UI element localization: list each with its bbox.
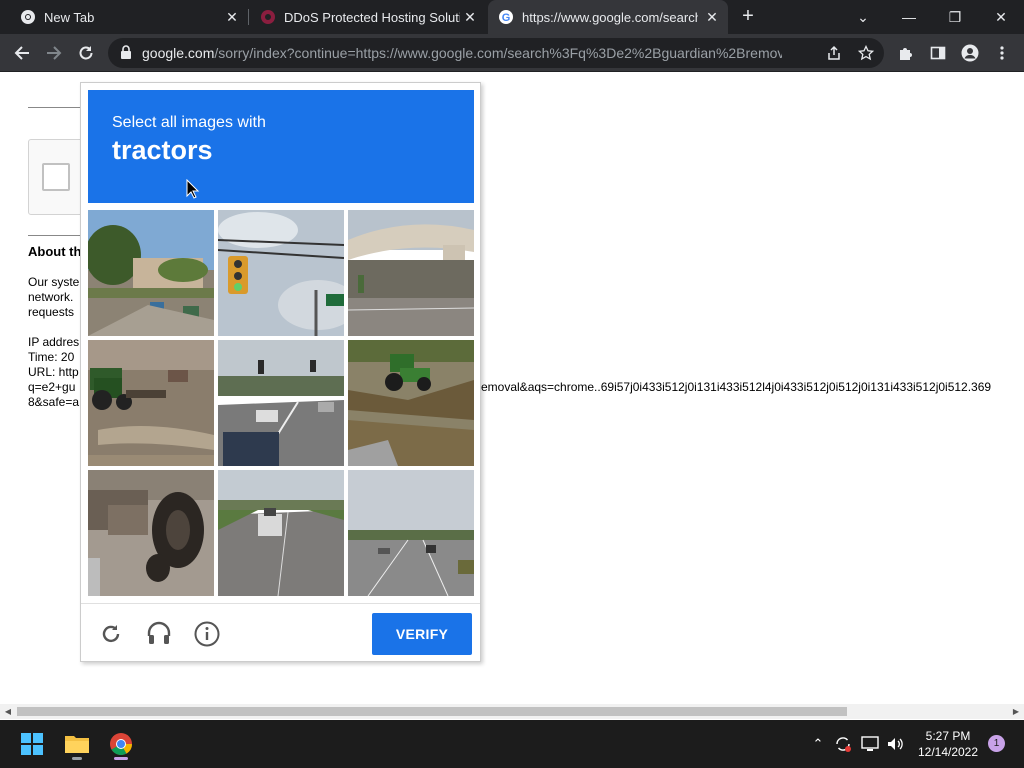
image-tile-tractor-field[interactable]: [88, 340, 214, 466]
challenge-footer: VERIFY: [81, 603, 480, 661]
chrome-taskbar-icon[interactable]: [103, 726, 139, 762]
image-tile-rural-road-truck[interactable]: [218, 470, 344, 596]
url-line: 8&safe=a: [28, 395, 80, 409]
close-tab-icon[interactable]: ✕: [462, 9, 478, 25]
image-tile-highway-overpass[interactable]: [348, 210, 474, 336]
tab-title: https://www.google.com/search?: [522, 9, 698, 25]
sync-icon[interactable]: [833, 734, 853, 754]
volume-speaker-icon[interactable]: [885, 734, 905, 754]
profile-avatar-icon[interactable]: [958, 41, 982, 65]
running-indicator: [72, 757, 82, 760]
time-label: Time: 20: [28, 350, 75, 364]
close-tab-icon[interactable]: ✕: [224, 9, 240, 25]
close-tab-icon[interactable]: ✕: [704, 9, 720, 25]
site-favicon-icon: [260, 9, 276, 25]
network-monitor-icon[interactable]: [860, 734, 880, 754]
notification-badge[interactable]: 1: [988, 735, 1005, 752]
menu-kebab-icon[interactable]: [990, 41, 1014, 65]
share-icon[interactable]: [824, 43, 844, 63]
scroll-right-icon[interactable]: ▶: [1011, 706, 1021, 717]
divider: [28, 107, 88, 108]
verify-button[interactable]: VERIFY: [372, 613, 472, 655]
paragraph-line: requests: [28, 305, 75, 319]
tab-strip: New Tab ✕ DDoS Protected Hosting Solutio…: [0, 0, 1024, 34]
clock-date: 12/14/2022: [917, 745, 979, 759]
system-clock[interactable]: 5:27 PM 12/14/2022: [912, 728, 984, 760]
recaptcha-checkbox[interactable]: [42, 163, 70, 191]
divider: [28, 235, 88, 236]
challenge-instruction: Select all images with: [112, 114, 266, 131]
chrome-icon: [20, 9, 36, 25]
image-tile-road-traffic-lights[interactable]: [218, 340, 344, 466]
browser-toolbar: google.com/sorry/index?continue=https://…: [0, 34, 1024, 72]
scrollbar-thumb[interactable]: [17, 707, 847, 716]
url-path: /sorry/index?continue=https://www.google…: [214, 45, 782, 61]
windows-start-icon[interactable]: [14, 726, 50, 762]
recaptcha-widget: [28, 139, 88, 215]
recaptcha-challenge-dialog: Select all images with tractors VERIFY: [80, 82, 481, 662]
tab-new-tab[interactable]: New Tab ✕: [0, 0, 248, 34]
reload-challenge-icon[interactable]: [97, 620, 125, 648]
image-grid: [88, 210, 474, 596]
restore-button[interactable]: ❐: [932, 0, 978, 34]
image-tile-highway-cars[interactable]: [348, 470, 474, 596]
url-host: google.com: [142, 45, 215, 61]
tab-ddos-hosting[interactable]: DDoS Protected Hosting Solution ✕: [250, 0, 486, 34]
address-bar[interactable]: google.com/sorry/index?continue=https://…: [108, 38, 884, 68]
extensions-puzzle-icon[interactable]: [894, 41, 918, 65]
url-label: URL: http: [28, 365, 79, 379]
scroll-left-icon[interactable]: ◀: [3, 706, 13, 717]
challenge-header: Select all images with tractors: [88, 90, 474, 203]
clock-time: 5:27 PM: [925, 729, 971, 743]
url-text: google.com/sorry/index?continue=https://…: [142, 45, 782, 61]
back-button[interactable]: [10, 41, 34, 65]
horizontal-scrollbar[interactable]: ◀ ▶: [0, 704, 1024, 719]
paragraph-line: Our syste: [28, 275, 80, 289]
reload-button[interactable]: [74, 41, 98, 65]
challenge-target: tractors: [112, 135, 213, 165]
url-overflow-text: emoval&aqs=chrome..69i57j0i433i512j0i131…: [481, 380, 992, 394]
svg-text:G: G: [502, 12, 511, 24]
about-heading: About th: [28, 244, 82, 259]
bookmark-star-icon[interactable]: [856, 43, 876, 63]
tab-search-chevron-icon[interactable]: ⌄: [840, 0, 886, 34]
file-explorer-icon[interactable]: [59, 726, 95, 762]
minimize-button[interactable]: —: [886, 0, 932, 34]
close-window-button[interactable]: ✕: [978, 0, 1024, 34]
ip-address-label: IP addres: [28, 335, 80, 349]
show-hidden-icons-chevron-icon[interactable]: ⌃: [808, 734, 828, 754]
mouse-cursor-icon: [186, 178, 200, 204]
tab-google-search[interactable]: G https://www.google.com/search? ✕: [488, 0, 728, 34]
url-line: q=e2+gu: [28, 380, 76, 394]
running-indicator: [114, 757, 128, 760]
audio-challenge-headphones-icon[interactable]: [145, 620, 173, 648]
windows-taskbar: ⌃ 5:27 PM 12/14/2022 1: [0, 720, 1024, 768]
forward-button[interactable]: [42, 41, 66, 65]
info-icon[interactable]: [193, 620, 221, 648]
tab-separator: [248, 9, 249, 25]
tab-title: New Tab: [44, 9, 95, 25]
google-icon: G: [498, 9, 514, 25]
image-tile-traffic-light-sky[interactable]: [218, 210, 344, 336]
image-tile-tractor-hillside[interactable]: [348, 340, 474, 466]
image-tile-houses-trash-bins[interactable]: [88, 210, 214, 336]
image-tile-tractor-wheel-closeup[interactable]: [88, 470, 214, 596]
paragraph-line: network.: [28, 290, 74, 304]
new-tab-button[interactable]: +: [737, 5, 759, 27]
lock-icon[interactable]: [120, 45, 132, 64]
tab-title: DDoS Protected Hosting Solution: [284, 9, 460, 25]
side-panel-icon[interactable]: [926, 41, 950, 65]
